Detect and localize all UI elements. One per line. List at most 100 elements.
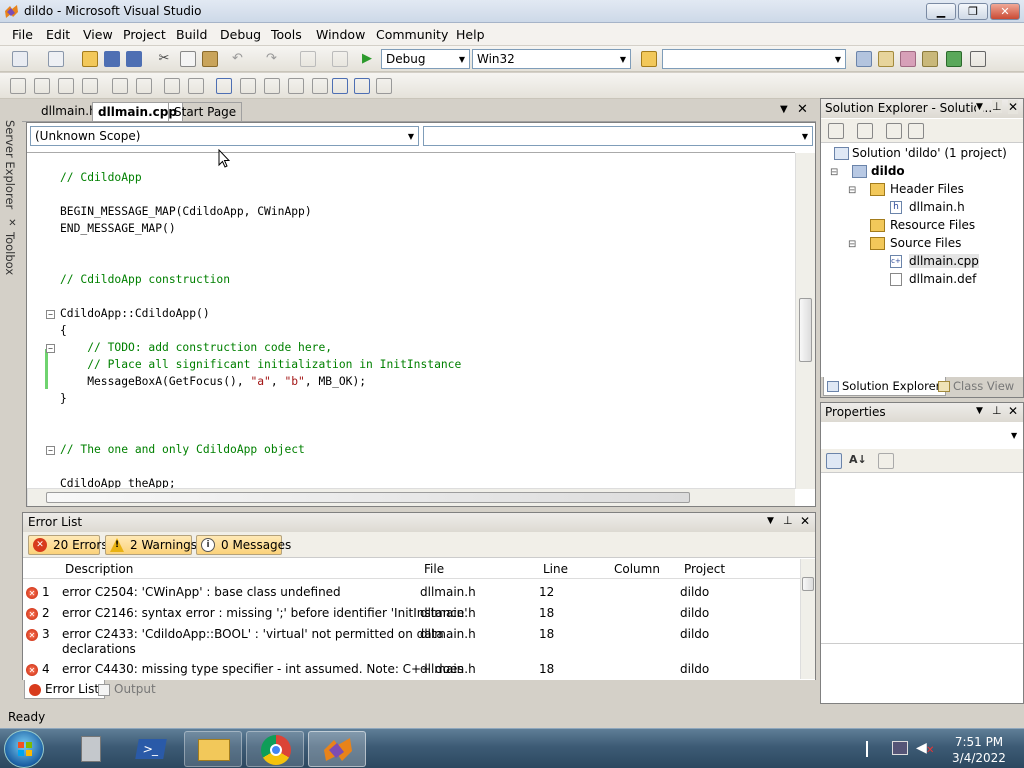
properties-window-icon[interactable] [878,51,894,67]
collapse-toggle-icon[interactable]: ⊟ [848,185,856,196]
find-in-files-icon[interactable] [641,51,657,67]
toolbox-tab[interactable]: Toolbox [3,232,17,275]
auto-hide-pin-icon[interactable]: ⊥ [783,514,793,527]
cut-icon[interactable]: ✂ [156,51,172,67]
navigate-forward-icon[interactable] [332,51,348,67]
properties-icon[interactable] [828,123,844,139]
column-file[interactable]: File [424,562,444,576]
tree-header-files[interactable]: Header Files [890,182,964,196]
close-document-icon[interactable]: ✕ [797,102,808,117]
command-window-icon[interactable] [970,51,986,67]
collapse-toggle-icon[interactable]: − [46,344,55,353]
messages-filter-button[interactable]: i 0 Messages [196,535,291,555]
column-description[interactable]: Description [65,562,133,576]
tree-source-files[interactable]: Source Files [890,236,961,250]
tree-project[interactable]: dildo [871,164,905,178]
warnings-filter-button[interactable]: ! 2 Warnings [105,535,197,555]
menu-build[interactable]: Build [176,27,207,42]
table-row[interactable]: ✕ 3 error C2433: 'CdildoApp::BOOL' : 'vi… [23,627,800,661]
platform-select[interactable]: Win32 ▼ [472,49,631,69]
display-members-icon[interactable] [10,78,26,94]
find-combo[interactable]: ▼ [662,49,846,69]
start-debugging-icon[interactable]: ▶ [362,51,378,67]
member-select[interactable]: ▼ [423,126,813,146]
tab-class-view[interactable]: Class View [935,377,1019,396]
save-all-icon[interactable] [126,51,142,67]
next-bookmark-doc-icon[interactable] [354,78,370,94]
refresh-icon[interactable] [886,123,902,139]
uncomment-icon[interactable] [188,78,204,94]
save-icon[interactable] [104,51,120,67]
close-icon[interactable]: ✕ [1008,100,1019,114]
window-position-icon[interactable]: ▼ [976,406,983,416]
close-button[interactable]: ✕ [990,3,1020,20]
menu-help[interactable]: Help [456,27,485,42]
taskbar-visual-studio[interactable] [308,731,366,767]
window-position-icon[interactable]: ▼ [976,102,983,112]
collapse-toggle-icon[interactable]: ⊟ [830,167,838,178]
taskbar-server-manager[interactable] [64,731,122,767]
collapse-toggle-icon[interactable]: − [46,446,55,455]
parameter-info-icon[interactable] [34,78,50,94]
tab-start-page[interactable]: Start Page [168,102,243,121]
solution-explorer-icon[interactable] [856,51,872,67]
tree-dllmain-h[interactable]: dllmain.h [909,200,965,214]
next-bookmark-icon[interactable] [264,78,280,94]
code-text-area[interactable]: // CdildoApp BEGIN_MESSAGE_MAP(CdildoApp… [27,153,795,489]
tab-output[interactable]: Output [94,680,161,699]
menu-tools[interactable]: Tools [271,27,302,42]
scope-select[interactable]: (Unknown Scope) ▼ [30,126,419,146]
tree-dllmain-def[interactable]: dllmain.def [909,272,976,286]
tree-dllmain-cpp[interactable]: dllmain.cpp [909,254,979,268]
server-explorer-tab[interactable]: Server Explorer [3,120,17,209]
toggle-bookmark-icon[interactable] [216,78,232,94]
menu-project[interactable]: Project [123,27,166,42]
column-line[interactable]: Line [543,562,568,576]
auto-hide-pin-icon[interactable]: ⊥ [992,404,1002,417]
tab-solution-explorer[interactable]: Solution Explorer [823,377,947,396]
prev-bookmark-doc-icon[interactable] [332,78,348,94]
menu-community[interactable]: Community [376,27,448,42]
editor-vertical-scrollbar[interactable] [795,153,815,489]
taskbar-clock[interactable]: 7:51 PM 3/4/2022 [946,734,1012,766]
show-all-files-icon[interactable] [857,123,873,139]
menu-window[interactable]: Window [316,27,365,42]
tree-solution[interactable]: Solution 'dildo' (1 project) [852,146,1007,160]
scrollbar-thumb[interactable] [46,492,690,503]
scrollbar-thumb[interactable] [802,577,814,591]
toolbox-icon[interactable] [922,51,938,67]
collapse-toggle-icon[interactable]: − [46,310,55,319]
close-icon[interactable]: ✕ [800,514,810,528]
menu-edit[interactable]: Edit [46,27,70,42]
next-bookmark-folder-icon[interactable] [312,78,328,94]
redo-icon[interactable]: ↷ [266,51,282,67]
categorized-icon[interactable] [826,453,842,469]
quick-info-icon[interactable] [58,78,74,94]
undo-icon[interactable]: ↶ [232,51,248,67]
scrollbar-thumb[interactable] [799,298,812,362]
alphabetical-icon[interactable]: A↓ [849,453,867,469]
table-row[interactable]: ✕ 4 error C4430: missing type specifier … [23,662,800,678]
comment-out-icon[interactable] [164,78,180,94]
column-column[interactable]: Column [614,562,660,576]
start-page-icon[interactable] [946,51,962,67]
network-icon[interactable] [892,741,908,755]
increase-indent-icon[interactable] [136,78,152,94]
start-button[interactable] [4,730,44,768]
taskbar-powershell[interactable]: >_ [122,731,180,767]
object-browser-icon[interactable] [900,51,916,67]
table-row[interactable]: ✕ 1 error C2504: 'CWinApp' : base class … [23,585,800,605]
solution-config-select[interactable]: Debug ▼ [381,49,470,69]
menu-file[interactable]: File [12,27,33,42]
active-files-dropdown-icon[interactable]: ▼ [780,104,788,115]
table-row[interactable]: ✕ 2 error C2146: syntax error : missing … [23,606,800,626]
maximize-button[interactable]: ❐ [958,3,988,20]
new-project-icon[interactable] [12,51,28,67]
open-folder-icon[interactable] [82,51,98,67]
prev-bookmark-folder-icon[interactable] [288,78,304,94]
action-center-flag-icon[interactable] [866,741,880,757]
clear-bookmarks-icon[interactable] [376,78,392,94]
editor-horizontal-scrollbar[interactable] [27,488,795,506]
property-pages-icon[interactable] [878,453,894,469]
decrease-indent-icon[interactable] [112,78,128,94]
